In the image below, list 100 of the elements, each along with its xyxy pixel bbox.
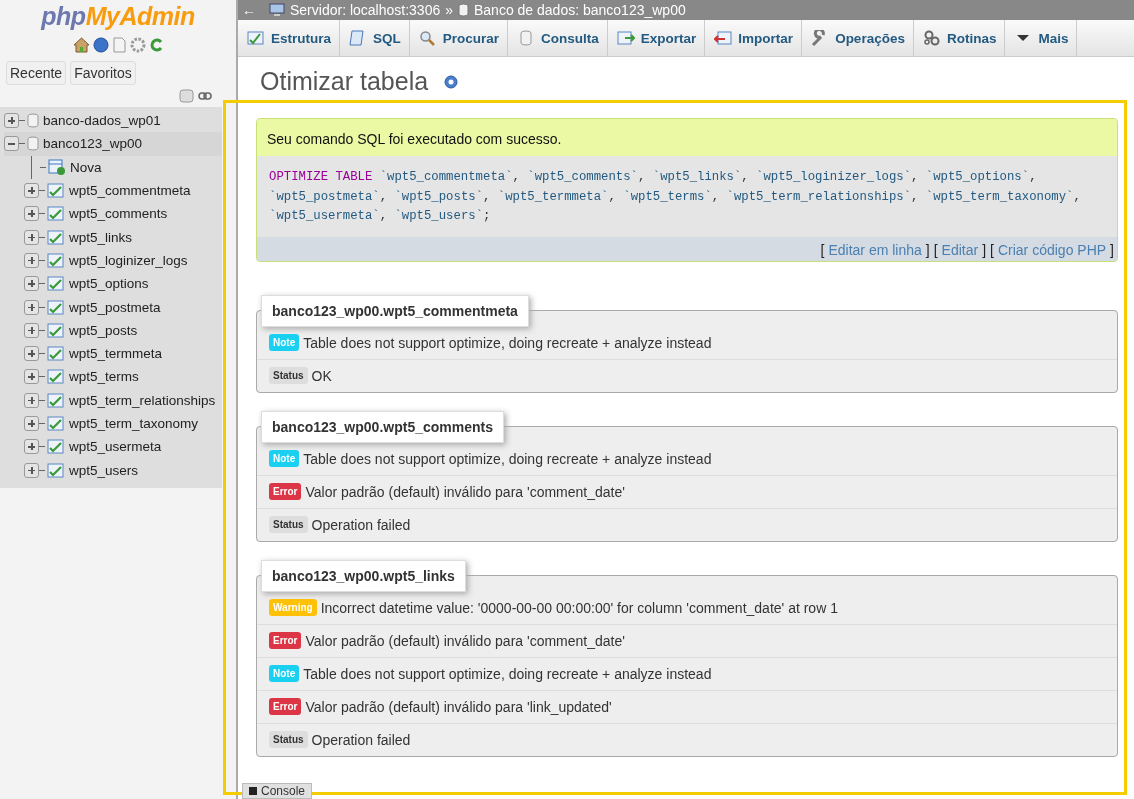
settings-icon[interactable] [129,37,146,53]
nav-tab[interactable]: Operações [802,20,914,56]
nav-tab[interactable]: SQL [340,20,410,56]
table-name[interactable]: wpt5_usermeta [69,439,162,455]
table-icon[interactable] [47,346,65,362]
nav-tab[interactable]: Consulta [508,20,608,56]
table-icon[interactable] [47,229,65,245]
table-name[interactable]: wpt5_loginizer_logs [69,252,188,268]
search-icon [418,30,437,46]
sidebar-button[interactable]: Recente [6,61,67,85]
table-name: banco123_wp00.wpt5_commentmeta [261,294,529,327]
message-text: Valor padrão (default) inválido para 'link_updated' [305,698,612,715]
expand-toggle[interactable] [24,392,39,408]
nav-tab[interactable]: Estrutura [238,20,340,56]
success-message: Seu comando SQL foi executado com sucesso. [257,119,1117,156]
table-icon[interactable] [47,299,65,315]
nav-tab[interactable]: Rotinas [913,20,1006,56]
structure-icon [247,30,265,46]
table-name[interactable]: wpt5_posts [69,322,138,338]
table-name[interactable]: wpt5_term_taxonomy [69,416,199,431]
table-icon[interactable] [47,322,65,338]
console-tab[interactable]: Console [242,783,313,799]
gears-icon [922,30,941,46]
import-icon [714,30,733,46]
expand-toggle[interactable] [24,462,39,478]
database-icon [27,113,39,129]
message-text: Table does not support optimize, doing recreate + analyze instead [303,450,712,467]
sidebar-button[interactable]: Favoritos [70,61,136,85]
bracket: ] [1110,241,1114,258]
breadcrumb-separator: » [445,2,453,18]
message-text: Valor padrão (default) inválido para 'comment_date' [305,632,625,649]
collapse-icon[interactable] [179,89,195,103]
reload-icon[interactable] [148,37,164,53]
database-name[interactable]: banco-dados_wp01 [43,113,161,129]
message-text: Table does not support optimize, doing recreate + analyze instead [303,665,712,682]
new-table-icon [48,158,66,176]
expand-toggle[interactable] [24,416,39,431]
help-icon[interactable] [92,37,109,53]
message-text: Table does not support optimize, doing recreate + analyze instead [303,334,712,351]
table-icon[interactable] [47,252,65,268]
message-badge: Warning [269,599,317,616]
table-name[interactable]: Nova [70,159,102,175]
table-name[interactable]: wpt5_options [69,276,149,292]
nav-tab[interactable]: Procurar [409,20,509,56]
table-name[interactable]: wpt5_links [69,229,133,245]
message-badge: Note [269,450,300,467]
document-icon [349,30,367,46]
database-link[interactable]: Banco de dados: banco123_wp00 [474,2,686,18]
table-icon[interactable] [47,462,65,478]
bracket: [ [990,241,994,258]
table-icon[interactable] [47,206,65,222]
message-text: Incorrect datetime value: '0000-00-00 00:00:00' for column 'comment_date' at row 1 [320,599,838,616]
expand-toggle[interactable] [24,322,39,338]
table-name: banco123_wp00.wpt5_comments [261,410,504,443]
table-icon[interactable] [47,183,65,199]
table-name[interactable]: wpt5_commentmeta [69,183,191,199]
message-badge: Status [269,731,308,748]
home-icon[interactable] [72,37,90,53]
expand-toggle[interactable] [24,252,39,268]
back-arrow[interactable]: ← [242,2,256,18]
table-icon[interactable] [47,392,65,408]
table-name[interactable]: wpt5_termmeta [69,346,163,362]
table-icon[interactable] [47,439,65,455]
table-icon[interactable] [47,276,65,292]
table-name[interactable]: wpt5_postmeta [69,299,161,315]
expand-toggle[interactable] [24,183,39,199]
expand-toggle[interactable] [24,439,39,455]
bracket: ] [925,241,930,258]
expand-toggle[interactable] [24,299,39,315]
export-icon [616,30,635,46]
server-icon [269,3,285,17]
bracket: [ [820,241,825,258]
expand-toggle[interactable] [4,136,19,152]
page-title: Otimizar tabela [260,67,429,96]
table-icon[interactable] [47,369,65,385]
message-badge: Note [269,665,300,682]
expand-toggle[interactable] [24,346,39,362]
server-link[interactable]: Servidor: localhost:3306 [290,2,441,18]
message-badge: Error [269,632,302,649]
table-icon[interactable] [47,416,65,431]
logo[interactable]: phpMyAdmin [0,0,236,31]
table-name[interactable]: wpt5_users [69,462,139,478]
table-name[interactable]: wpt5_terms [69,369,139,385]
nav-tab[interactable]: Exportar [607,20,706,56]
message-text: Valor padrão (default) inválido para 'comment_date' [305,483,625,500]
bracket: [ [933,241,938,258]
nav-tab[interactable]: Mais [1005,20,1078,56]
expand-toggle[interactable] [24,369,39,385]
table-name: banco123_wp00.wpt5_links [261,559,466,592]
expand-toggle[interactable] [4,113,19,129]
table-name[interactable]: wpt5_term_relationships [69,392,216,408]
expand-toggle[interactable] [24,276,39,292]
link-icon[interactable] [198,92,212,100]
expand-toggle[interactable] [24,206,39,222]
message-badge: Error [269,698,302,715]
table-name[interactable]: wpt5_comments [69,206,168,222]
expand-toggle[interactable] [24,229,39,245]
help-icon[interactable] [444,74,459,89]
nav-tab[interactable]: Importar [705,20,803,56]
message-badge: Error [269,483,302,500]
